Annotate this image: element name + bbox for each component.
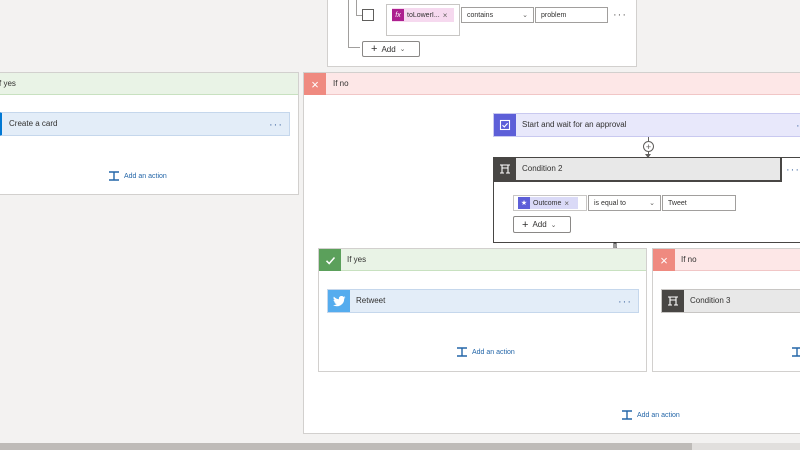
expression-token-label: toLowerI...: [407, 11, 440, 19]
token-remove-icon[interactable]: ×: [564, 199, 569, 208]
add-action-icon: [457, 347, 467, 357]
value-input[interactable]: problem: [535, 7, 608, 23]
chevron-down-icon: ⌄: [522, 12, 528, 19]
tree-line: [356, 0, 357, 15]
left-yes-branch: f yes Create a card ··· Add an action: [0, 72, 299, 195]
value-text: Tweet: [668, 200, 687, 207]
add-action-link[interactable]: Add an action: [457, 347, 515, 357]
condition2-header[interactable]: Condition 2: [494, 158, 782, 182]
action-more-icon[interactable]: ···: [618, 297, 632, 308]
twitter-icon: [328, 290, 350, 312]
add-button[interactable]: + Add ⌄: [362, 41, 420, 57]
tree-line: [348, 47, 360, 48]
insert-step-plus-icon[interactable]: +: [643, 141, 654, 152]
horizontal-scrollbar-thumb[interactable]: [0, 443, 692, 450]
action-title: Create a card: [9, 119, 58, 128]
branch-header-label: If no: [681, 255, 697, 264]
branch-header: If yes: [319, 249, 646, 271]
value-input[interactable]: Tweet: [662, 195, 736, 211]
chevron-down-icon: ⌄: [649, 200, 655, 207]
add-action-label: Add an action: [637, 411, 680, 419]
branch-header: × If no: [304, 73, 800, 95]
outcome-field[interactable]: ★ Outcome ×: [513, 195, 587, 211]
action-card-retweet[interactable]: Retweet ···: [327, 289, 639, 313]
action-title: Retweet: [356, 296, 386, 305]
action-more-icon[interactable]: ···: [796, 121, 800, 132]
branch-header-label: f yes: [0, 79, 16, 88]
inner-no-branch: × If no Condition 3: [652, 248, 800, 372]
branch-header-label: If no: [333, 79, 349, 88]
approval-icon: [494, 114, 516, 136]
outcome-token-label: Outcome: [533, 199, 562, 207]
add-action-icon: [622, 410, 632, 420]
token-remove-icon[interactable]: ×: [443, 11, 448, 20]
plus-icon: +: [371, 43, 378, 55]
plus-icon: +: [522, 218, 529, 231]
add-label: Add: [381, 44, 396, 54]
branch-header-label: If yes: [347, 255, 367, 264]
operator-dropdown[interactable]: is equal to ⌄: [588, 195, 661, 211]
tree-line: [348, 0, 349, 48]
operator-value: contains: [467, 12, 494, 19]
close-icon: ×: [304, 73, 326, 95]
add-button[interactable]: + Add ⌄: [513, 216, 571, 233]
function-icon: fx: [392, 9, 404, 21]
operator-dropdown[interactable]: contains ⌄: [461, 7, 534, 23]
add-action-label: Add an action: [472, 348, 515, 356]
expression-field[interactable]: fx toLowerI... ×: [386, 4, 460, 36]
action-card-create-card[interactable]: Create a card ···: [0, 112, 290, 136]
condition3-card[interactable]: Condition 3: [661, 289, 800, 313]
right-no-branch: × If no Start and wait for an approval ·…: [303, 72, 800, 434]
condition-icon: [494, 158, 516, 180]
condition3-title: Condition 3: [690, 296, 731, 305]
expression-token[interactable]: fx toLowerI... ×: [392, 8, 454, 22]
action-card-approval[interactable]: Start and wait for an approval ···: [493, 113, 800, 137]
condition2-title: Condition 2: [522, 164, 563, 173]
action-more-icon[interactable]: ···: [269, 120, 283, 131]
chevron-down-icon: ⌄: [550, 221, 557, 229]
row-more-icon[interactable]: ···: [613, 10, 627, 21]
add-label: Add: [532, 220, 547, 229]
approval-icon: ★: [518, 197, 530, 209]
outcome-token[interactable]: ★ Outcome ×: [518, 197, 578, 209]
horizontal-scrollbar-track[interactable]: [0, 443, 800, 450]
chevron-down-icon: ⌄: [399, 46, 406, 53]
add-action-link[interactable]: Add an action: [622, 410, 680, 420]
add-action-link[interactable]: Add an action: [109, 171, 167, 181]
value-text: problem: [541, 12, 567, 19]
top-condition-panel: fx toLowerI... × contains ⌄ problem ··· …: [327, 0, 637, 67]
condition2-card: Condition 2 ··· ★ Outcome × is equal to …: [493, 157, 800, 243]
branch-header: × If no: [653, 249, 800, 271]
operator-value: is equal to: [594, 200, 626, 207]
branch-header: f yes: [0, 73, 298, 95]
add-action-label: Add an action: [124, 172, 167, 180]
condition-icon: [662, 290, 684, 312]
add-action-icon: [109, 171, 119, 181]
add-action-icon[interactable]: [792, 347, 800, 357]
inner-yes-branch: If yes Retweet ··· Add an action: [318, 248, 647, 372]
condition2-more-icon[interactable]: ···: [786, 165, 800, 176]
close-icon: ×: [653, 249, 675, 271]
row-checkbox[interactable]: [362, 9, 374, 21]
action-title: Start and wait for an approval: [522, 120, 627, 129]
check-icon: [319, 249, 341, 271]
